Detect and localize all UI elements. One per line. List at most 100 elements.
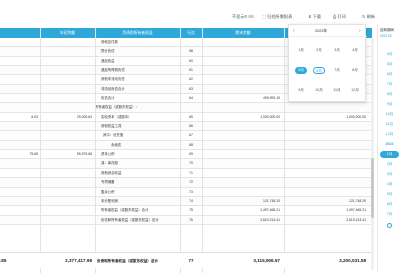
print-icon: ⎙ [333,14,337,19]
row-ending-balance [202,122,280,131]
column-divider [40,28,41,273]
period-month-2023[interactable]: 9月 [380,101,399,108]
row-col-1 [0,216,38,225]
row-beginning-balance [40,75,92,84]
period-month-2024[interactable]: 4月 [380,181,399,188]
row-beginning-balance [40,47,92,56]
period-add-circle-icon[interactable] [387,223,392,228]
table-scrollbar[interactable] [371,38,374,270]
row-col-1 [0,159,38,168]
row-line-no: 74 [189,198,193,203]
picker-month[interactable]: 5月 [295,67,307,74]
picker-month[interactable]: 7月 [331,67,343,74]
period-month-2023[interactable]: 4月 [380,51,399,58]
row-beginning-balance: 55,975.68 [76,152,92,157]
row-beginning-balance [40,57,92,66]
archive-button[interactable]: ⬚ 归档所需报表 [262,14,292,20]
row-item-label: 负债合计 [101,96,115,101]
row-beginning-balance-2 [284,169,366,178]
row-ending-balance [202,188,280,197]
row-col-1 [0,75,38,84]
picker-month[interactable]: 1月 [295,47,307,54]
row-col-1 [0,57,38,66]
table-row[interactable]: 永续债 68 [0,140,372,151]
row-item-label: 资本公积 [101,152,115,157]
header-col-1 [0,28,40,38]
table-row[interactable]: 其他权益工具 66 [0,122,372,132]
table-row[interactable]: 其中：优先股 67 [0,131,372,141]
row-col-1 [0,66,38,75]
prev-year-icon[interactable]: ‹ [293,28,295,34]
picker-month[interactable]: 10月 [313,87,325,94]
row-line-no: 72 [189,180,193,185]
row-beginning-balance [40,197,92,206]
row-beginning-balance [40,141,92,150]
hide-zero-toggle[interactable]: 不显示0 [232,14,255,20]
period-month-2023[interactable]: 8月 [380,91,399,98]
period-month-2023[interactable]: 6月 [380,71,399,78]
picker-month[interactable]: 6月 [313,67,325,74]
row-line-no: 67 [189,133,193,138]
row-beginning-balance-2 [284,188,366,197]
table-row[interactable]: 负债和所有者权益（或股东权益）总计 76 2,619,213.41 2,619,213… [0,215,372,225]
table-row[interactable]: 盈余公积 73 [0,187,372,197]
row-beginning-balance [40,103,92,112]
picker-month[interactable]: 2月 [313,47,325,54]
row-ending-balance [202,103,280,112]
period-month-2023[interactable]: 5月 [380,61,399,68]
period-month-2024[interactable]: 7月 [380,211,399,218]
row-beginning-balance-2 [284,103,366,112]
print-button[interactable]: ⎙ 打印 [333,14,346,20]
table-row[interactable]: 未分配利润 74 121,748.20 121,748.20 [0,196,372,207]
period-month-2024[interactable]: 3月 [380,171,399,178]
row-ending-balance [202,66,280,75]
period-month-2024[interactable]: 1月 [380,151,399,158]
row-line-no: 64 [189,96,193,101]
header-ending-balance: 期末余额 [235,31,251,35]
period-month-2023[interactable]: 7月 [380,81,399,88]
row-col-1 [0,178,38,187]
picker-month[interactable]: 11月 [331,87,343,94]
picker-year[interactable]: 2023年 [315,29,327,34]
row-beginning-balance [40,159,92,168]
total-col-1: .85 [0,258,7,263]
table-row[interactable]: 所有者权益（或股东权益）： [0,103,372,113]
table-row[interactable]: 其他综合收益 71 [0,168,372,179]
scroll-thumb[interactable] [371,158,374,218]
next-year-icon[interactable]: › [359,28,361,34]
picker-month[interactable]: 12月 [349,87,361,94]
total-line-no: 77 [188,258,194,263]
table-row[interactable]: 75.68 55,975.68 资本公积 69 [0,150,372,160]
refresh-label: 刷新 [366,14,376,19]
period-month-2024[interactable]: 5月 [380,191,399,198]
table-row[interactable]: 专项储备 72 [0,178,372,188]
period-month-2024[interactable]: 6月 [380,201,399,208]
period-month-2023[interactable]: 11月 [380,121,399,128]
picker-month[interactable]: 4月 [349,47,361,54]
period-month-2023[interactable]: 12月 [380,131,399,138]
row-beginning-balance [40,178,92,187]
table-row[interactable]: 6.63 29,005.63 实收资本（或股本） 65 1,000,000.00 1,00… [0,112,372,123]
table-row[interactable]: 所有者权益（或股东权益）合计 75 1,497,465.21 1,497,465.21 [0,206,372,216]
period-month-2023[interactable]: 10月 [380,111,399,118]
refresh-icon: ↻ [362,14,366,19]
total-beginning-balance: 2,377,417.98 [65,258,92,263]
row-col-1: 75.68 [29,152,39,157]
picker-month[interactable]: 9月 [295,87,307,94]
period-month-2024[interactable]: 2月 [380,161,399,168]
picker-month[interactable]: 3月 [331,47,343,54]
column-divider [202,28,203,273]
row-beginning-balance [40,169,92,178]
table-row[interactable]: 减：库存股 70 [0,159,372,169]
row-ending-balance [202,75,280,84]
row-col-1 [0,206,38,215]
header-line-no: 行次 [187,31,195,35]
row-line-no: 76 [189,217,193,222]
refresh-button[interactable]: ↻ 刷新 [362,14,375,20]
download-button[interactable]: ⬇ 下载 [308,14,321,20]
row-ending-balance [202,47,280,56]
toggle-icon [248,15,255,19]
picker-month[interactable]: 8月 [349,67,361,74]
row-line-no: 73 [189,189,193,194]
row-beginning-balance-2 [284,131,366,140]
